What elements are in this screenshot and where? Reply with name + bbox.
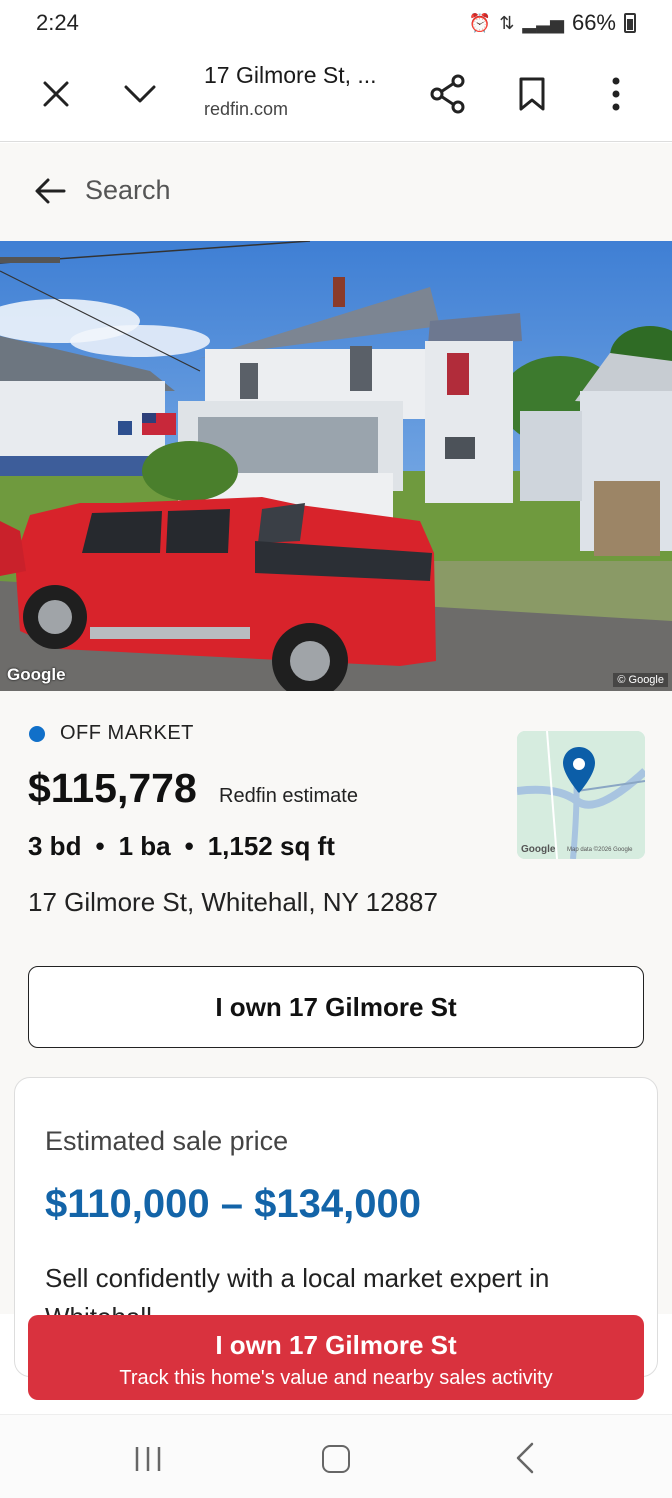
map-google-watermark: Google (521, 844, 556, 855)
battery-icon (624, 13, 636, 33)
more-vertical-icon (612, 77, 620, 111)
back-icon[interactable] (512, 1441, 540, 1475)
search-label[interactable]: Search (85, 175, 171, 206)
browser-toolbar: 17 Gilmore St, ... redfin.com (0, 46, 672, 142)
search-bar[interactable]: Search (0, 143, 672, 241)
estimate-price: $115,778 (28, 765, 197, 811)
cta-subtitle: Track this home's value and nearby sales… (119, 1367, 553, 1389)
data-icon: ⇅ (499, 12, 515, 33)
home-icon[interactable] (322, 1445, 350, 1473)
property-address: 17 Gilmore St, Whitehall, NY 12887 (28, 887, 438, 917)
estimated-sale-description-cont: Whitehall (45, 1302, 152, 1316)
share-button[interactable] (420, 66, 476, 122)
estimate-label[interactable]: Redfin estimate (219, 785, 358, 808)
map-data-attribution: Map data ©2026 Google (567, 847, 633, 853)
page-title-block: 17 Gilmore St, ... redfin.com (204, 62, 404, 120)
sqft: 1,152 sq ft (207, 831, 335, 861)
share-icon (430, 74, 465, 114)
baths: 1 ba (118, 831, 171, 861)
status-dot-icon (29, 726, 45, 742)
cta-title: I own 17 Gilmore St (215, 1330, 457, 1360)
status-icons: ⏰ ⇅ ▂▃▅ 66% (469, 10, 636, 36)
system-nav-bar (0, 1414, 672, 1498)
signal-icon: ▂▃▅ (522, 12, 564, 33)
status-bar: 2:24 ⏰ ⇅ ▂▃▅ 66% (0, 0, 672, 46)
close-icon (43, 81, 69, 107)
mini-map[interactable]: Google Map data ©2026 Google (517, 731, 645, 859)
listing-status: OFF MARKET (60, 722, 194, 744)
map-graphic (517, 731, 645, 859)
google-watermark: Google (7, 665, 66, 684)
page-title: 17 Gilmore St, ... (204, 62, 377, 88)
minimize-button[interactable] (112, 66, 168, 122)
google-copyright: © Google (613, 673, 668, 687)
alarm-icon: ⏰ (468, 12, 492, 33)
property-photo[interactable]: Google © Google (0, 241, 672, 691)
i-own-cta-button[interactable]: I own 17 Gilmore St Track this home's va… (28, 1315, 644, 1400)
chevron-down-icon (124, 85, 156, 103)
bookmark-icon (519, 77, 545, 111)
i-own-button[interactable]: I own 17 Gilmore St (28, 966, 644, 1048)
bookmark-button[interactable] (504, 66, 560, 122)
estimated-sale-description: Sell confidently with a local market exp… (45, 1263, 550, 1293)
separator-dot: • (95, 831, 105, 861)
close-button[interactable] (28, 66, 84, 122)
back-arrow-icon[interactable] (30, 171, 70, 211)
listing-details: OFF MARKET $115,778 Redfin estimate 3 bd… (0, 691, 672, 1377)
more-options-button[interactable] (588, 66, 644, 122)
battery-percent: 66% (571, 10, 616, 35)
page-domain: redfin.com (204, 99, 289, 119)
status-time: 2:24 (36, 10, 79, 35)
estimated-sale-range: $110,000 – $134,000 (45, 1182, 421, 1226)
estimated-sale-label: Estimated sale price (45, 1126, 289, 1156)
street-view-image (0, 241, 672, 691)
beds: 3 bd (28, 831, 82, 861)
home-facts: 3 bd • 1 ba • 1,152 sq ft (28, 831, 335, 862)
recents-icon[interactable] (132, 1445, 164, 1473)
separator-dot: • (184, 831, 194, 861)
